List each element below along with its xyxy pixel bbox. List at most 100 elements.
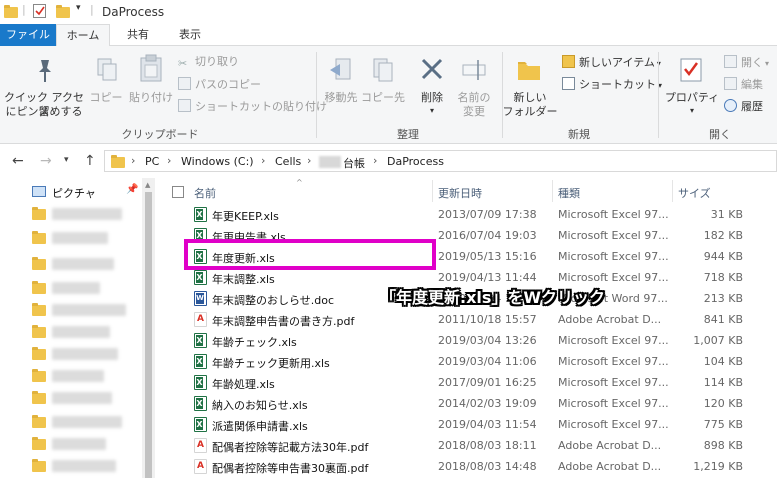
file-size: 104 KB (703, 355, 743, 368)
nav-item-folder[interactable] (32, 458, 137, 474)
quick-access-dropdown-icon[interactable]: ▾ (76, 3, 81, 13)
nav-item-folder[interactable] (32, 414, 137, 430)
breadcrumb-chevron-icon[interactable]: › (307, 154, 311, 167)
breadcrumb-chevron-icon[interactable]: › (131, 154, 135, 167)
nav-item-folder[interactable] (32, 390, 137, 406)
file-date: 2011/10/18 15:57 (438, 313, 537, 326)
redacted-text (319, 156, 341, 168)
redacted-text (52, 438, 106, 450)
scroll-up-arrow-icon[interactable]: ▲ (145, 181, 150, 189)
file-row[interactable]: 年更KEEP.xls 2013/07/09 17:38 Microsoft Ex… (156, 204, 777, 225)
pdf-icon (194, 312, 207, 327)
open-button[interactable]: 開く ▾ (724, 55, 769, 71)
tab-view[interactable]: 表示 (166, 24, 214, 46)
file-row[interactable]: 配偶者控除等記載方法30年.pdf 2018/08/03 18:11 Adobe… (156, 435, 777, 456)
copy-path-button[interactable]: パスのコピー (178, 77, 261, 92)
tab-home[interactable]: ホーム (56, 24, 110, 47)
properties-quick-icon[interactable] (33, 4, 46, 18)
tab-share[interactable]: 共有 (114, 24, 162, 46)
column-header-name[interactable]: 名前 (194, 185, 216, 201)
shortcut-button[interactable]: ショートカット ▾ (562, 77, 662, 93)
file-name: 年齢チェック更新用.xls (212, 357, 330, 370)
new-item-button[interactable]: 新しいアイテム▾ (562, 55, 661, 71)
breadcrumb-chevron-icon[interactable]: › (373, 154, 377, 167)
edit-pencil-icon (724, 77, 737, 90)
file-row[interactable]: 年齢処理.xls 2017/09/01 16:25 Microsoft Exce… (156, 372, 777, 393)
navigation-pane: ピクチャ 📌 ▲ (0, 178, 156, 478)
redacted-text (52, 258, 114, 270)
select-all-checkbox[interactable] (172, 186, 184, 198)
history-button[interactable]: 履歴 (724, 99, 763, 114)
nav-item-folder[interactable] (32, 324, 137, 340)
file-type: Microsoft Excel 97... (558, 334, 669, 347)
file-row[interactable]: 納入のお知らせ.xls 2014/02/03 19:09 Microsoft E… (156, 393, 777, 414)
folder-icon (32, 415, 46, 428)
nav-item-folder[interactable] (32, 256, 137, 272)
excel-icon (194, 333, 207, 348)
address-box[interactable]: › PC › Windows (C:) › Cells › 台帳 › DaPro… (104, 150, 777, 172)
pin-label-line2: にピン留めする (5, 105, 83, 118)
redacted-text (52, 326, 110, 338)
new-item-icon (562, 55, 575, 68)
folder-icon (32, 459, 46, 472)
breadcrumb-daprocess[interactable]: DaProcess (387, 155, 444, 168)
new-folder-label-line2: フォルダー (502, 105, 558, 118)
folder-icon (32, 347, 46, 360)
column-header-type[interactable]: 種類 (558, 185, 580, 201)
file-row[interactable]: 年齢チェック更新用.xls 2019/03/04 11:06 Microsoft… (156, 351, 777, 372)
nav-item-pictures-label: ピクチャ (52, 187, 96, 200)
forward-arrow-icon[interactable]: → (40, 153, 52, 169)
column-divider[interactable] (552, 180, 553, 202)
paste-shortcut-button[interactable]: ショートカットの貼り付け (178, 99, 327, 114)
breadcrumb-ledger[interactable]: 台帳 (343, 155, 365, 171)
recent-locations-chevron-icon[interactable]: ▾ (64, 155, 69, 165)
pictures-icon (32, 186, 46, 197)
nav-item-folder[interactable] (32, 230, 137, 246)
nav-item-folder[interactable] (32, 280, 137, 296)
scissors-icon: ✂ (178, 57, 188, 70)
breadcrumb-pc[interactable]: PC (145, 155, 159, 168)
folder-icon (32, 303, 46, 316)
folder-icon (32, 281, 46, 294)
open-dropdown-icon: ▾ (765, 59, 770, 68)
instruction-callout: 「年度更新.xls」をWクリック (380, 288, 606, 307)
file-row[interactable]: 派遣関係申請書.xls 2019/04/03 11:54 Microsoft E… (156, 414, 777, 435)
nav-scrollbar-thumb[interactable] (145, 192, 152, 478)
redacted-text (52, 208, 122, 220)
file-type: Adobe Acrobat D... (558, 439, 662, 452)
nav-item-folder[interactable] (32, 206, 137, 222)
shortcut-icon (562, 77, 575, 90)
column-divider[interactable] (672, 180, 673, 202)
file-size: 944 KB (703, 250, 743, 263)
up-arrow-icon[interactable]: ↑ (84, 153, 96, 169)
nav-item-folder[interactable] (32, 302, 137, 318)
cut-button[interactable]: ✂ 切り取り (178, 55, 239, 70)
breadcrumb-drive[interactable]: Windows (C:) (181, 155, 254, 168)
back-arrow-icon[interactable]: ← (12, 153, 24, 169)
file-row[interactable]: 配偶者控除等申告書30裏面.pdf 2018/08/03 14:48 Adobe… (156, 456, 777, 477)
pin-icon[interactable]: 📌 (126, 184, 138, 195)
column-header-date[interactable]: 更新日時 (438, 185, 482, 201)
file-row[interactable]: 年齢チェック.xls 2019/03/04 13:26 Microsoft Ex… (156, 330, 777, 351)
title-bar: | ▾ | DaProcess (0, 0, 777, 24)
nav-item-folder[interactable] (32, 346, 137, 362)
breadcrumb-cells[interactable]: Cells (275, 155, 301, 168)
file-size: 1,219 KB (693, 460, 743, 473)
file-name: 納入のお知らせ.xls (212, 399, 308, 412)
nav-item-folder[interactable] (32, 436, 137, 452)
properties-check-icon (680, 58, 702, 82)
column-divider[interactable] (432, 180, 433, 202)
folder-icon (32, 231, 46, 244)
new-folder-quick-icon[interactable] (56, 5, 70, 18)
column-header-size[interactable]: サイズ (678, 185, 711, 201)
file-row[interactable]: 年末調整申告書の書き方.pdf 2011/10/18 15:57 Adobe A… (156, 309, 777, 330)
breadcrumb-chevron-icon[interactable]: › (261, 154, 265, 167)
tab-file[interactable]: ファイル (0, 24, 56, 46)
breadcrumb-chevron-icon[interactable]: › (167, 154, 171, 167)
copy-icon (97, 58, 117, 81)
file-name: 配偶者控除等記載方法30年.pdf (212, 441, 369, 454)
file-type: Microsoft Excel 97... (558, 271, 669, 284)
edit-button[interactable]: 編集 (724, 77, 763, 92)
redacted-text (52, 304, 126, 316)
nav-item-folder[interactable] (32, 368, 137, 384)
